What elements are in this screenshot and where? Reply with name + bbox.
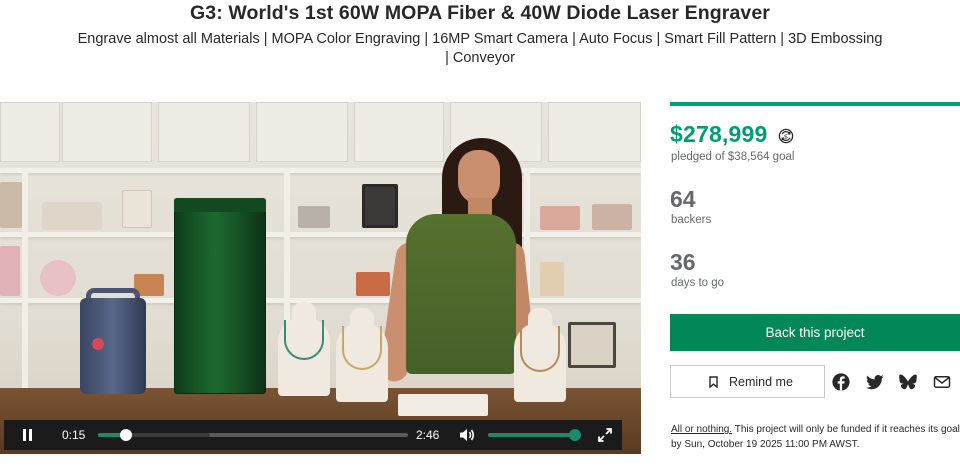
remind-me-button[interactable]: Remind me <box>670 365 825 398</box>
video-frame-decor <box>298 206 330 228</box>
bookmark-icon <box>709 376 718 388</box>
facebook-icon[interactable] <box>832 373 850 391</box>
project-subtitle: Engrave almost all Materials | MOPA Colo… <box>60 30 900 68</box>
project-video[interactable] <box>0 102 641 454</box>
video-frame-cabinet <box>548 102 641 162</box>
video-controls: 0:15 2:46 <box>4 420 622 450</box>
video-frame-tags <box>398 394 488 416</box>
video-frame-decor <box>92 338 104 350</box>
fullscreen-icon[interactable] <box>598 428 612 442</box>
email-icon[interactable] <box>933 373 951 391</box>
pause-icon <box>29 429 32 441</box>
days-to-go-label: days to go <box>671 277 725 289</box>
video-frame-decor <box>0 182 22 228</box>
funding-deadline: by Sun, October 19 2025 11:00 PM AWST. <box>671 439 860 450</box>
video-frame-fiber-laser <box>174 198 266 394</box>
pledged-goal-label: pledged of $38,564 goal <box>671 151 795 163</box>
video-frame-person-vest <box>406 214 516 374</box>
bluesky-icon[interactable] <box>899 373 917 391</box>
video-frame-cabinet <box>62 102 152 162</box>
backers-count: 64 <box>670 186 696 212</box>
video-frame-decor <box>568 322 616 368</box>
volume-icon[interactable] <box>459 428 475 442</box>
video-frame-fiber-laser-top <box>174 198 266 212</box>
video-frame-decor <box>0 246 20 296</box>
video-frame-person-face <box>458 150 500 204</box>
video-frame-cabinet <box>256 102 348 162</box>
video-frame-decor <box>540 262 564 296</box>
video-frame-decor <box>540 206 580 230</box>
volume-level <box>488 433 576 437</box>
video-frame-decor <box>592 204 632 230</box>
video-frame-necklace <box>284 320 324 360</box>
all-or-nothing-text: This project will only be funded if it r… <box>732 424 960 435</box>
backers-label: backers <box>671 214 712 226</box>
project-title: G3: World's 1st 60W MOPA Fiber & 40W Dio… <box>190 2 770 24</box>
all-or-nothing-notice: All or nothing. This project will only b… <box>671 422 960 452</box>
video-frame-diode-laser <box>80 298 146 394</box>
video-frame-necklace <box>520 326 560 372</box>
current-time: 0:15 <box>62 428 86 442</box>
video-frame-cabinet <box>158 102 250 162</box>
video-frame-post <box>22 168 28 388</box>
days-to-go-count: 36 <box>670 249 696 275</box>
video-frame-decor <box>356 272 390 296</box>
pause-icon <box>23 429 26 441</box>
video-frame-shelf <box>0 168 641 173</box>
video-frame-decor <box>362 184 398 228</box>
total-time: 2:46 <box>416 428 440 442</box>
progress-bar[interactable] <box>98 429 408 441</box>
video-frame-decor <box>40 260 76 296</box>
video-frame-necklace <box>342 326 382 370</box>
svg-text:$: $ <box>784 132 788 140</box>
pause-button[interactable] <box>22 429 34 441</box>
funding-progress-bar <box>670 102 960 106</box>
video-frame-decor <box>42 202 102 230</box>
video-frame-cabinet <box>354 102 444 162</box>
remind-me-label: Remind me <box>729 375 793 389</box>
funding-progress-fill <box>670 102 960 106</box>
all-or-nothing-link[interactable]: All or nothing. <box>671 424 732 435</box>
pledged-amount: $278,999 <box>670 121 768 147</box>
subtitle-line-2: | Conveyor <box>445 50 515 66</box>
video-frame-cabinet <box>0 102 60 162</box>
video-frame-decor <box>122 190 152 228</box>
twitter-icon[interactable] <box>866 373 884 391</box>
progress-handle[interactable] <box>119 429 132 441</box>
volume-slider[interactable] <box>488 429 582 441</box>
back-this-project-button[interactable]: Back this project <box>670 314 960 351</box>
currency-conversion-icon[interactable]: $ <box>778 128 794 144</box>
video-frame-shelf <box>0 232 641 237</box>
volume-handle[interactable] <box>569 429 582 441</box>
subtitle-line-1: Engrave almost all Materials | MOPA Colo… <box>77 31 883 47</box>
